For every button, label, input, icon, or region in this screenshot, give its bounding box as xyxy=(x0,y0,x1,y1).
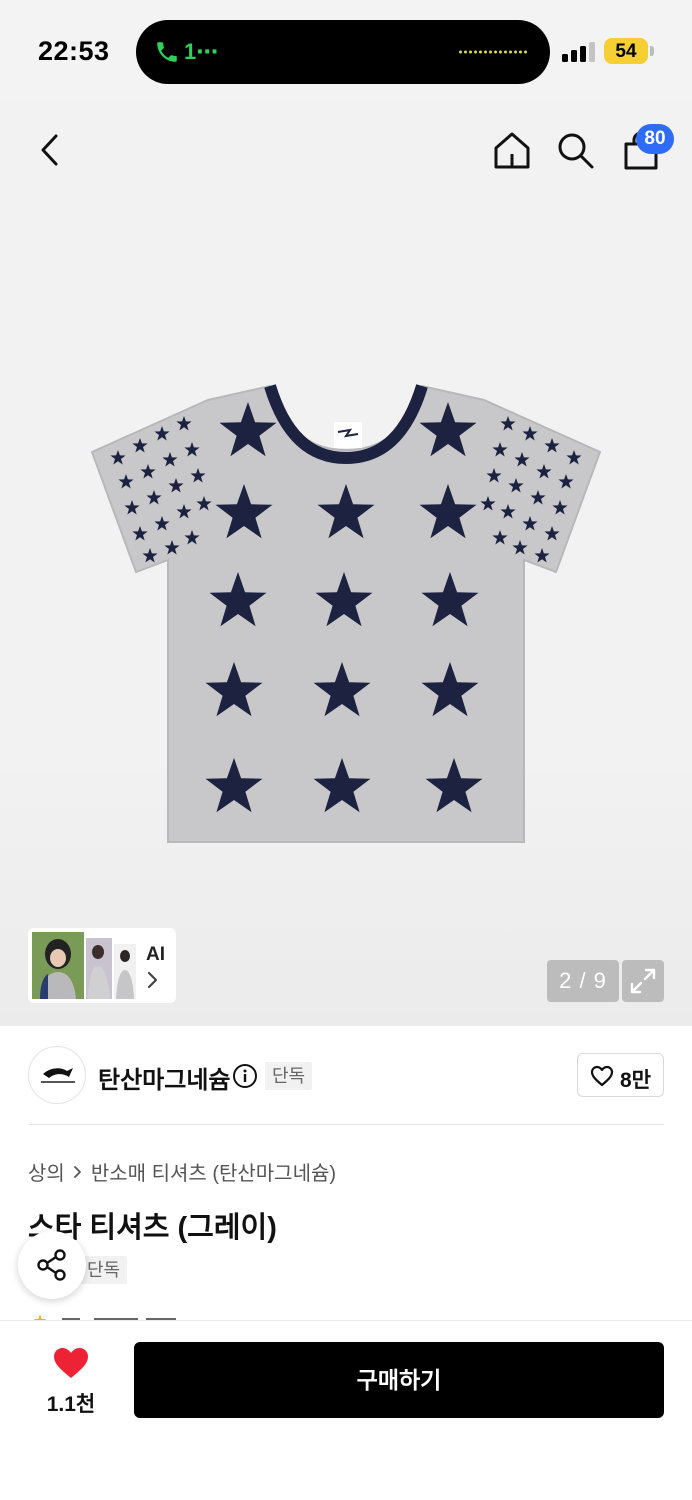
back-button[interactable] xyxy=(26,126,74,174)
heart-outline-icon xyxy=(590,1065,614,1087)
cellular-signal-icon xyxy=(562,40,596,62)
product-exclusive-badge: 단독 xyxy=(80,1256,128,1284)
buy-button[interactable]: 구매하기 xyxy=(134,1342,664,1418)
share-button[interactable] xyxy=(18,1231,86,1299)
call-indicator: 1⋯ xyxy=(184,39,219,64)
ai-styling-card[interactable]: AI xyxy=(28,928,176,1003)
breadcrumb-category[interactable]: 상의 xyxy=(28,1157,65,1186)
back-icon xyxy=(41,134,58,166)
status-time: 22:53 xyxy=(38,36,110,66)
fullscreen-button[interactable] xyxy=(622,960,664,1002)
search-button[interactable] xyxy=(551,126,599,174)
share-icon xyxy=(37,1249,66,1281)
breadcrumb-subcategory[interactable]: 반소매 티셔츠 (탄산마그네슘) xyxy=(91,1157,336,1186)
status-bar: 22:53 1⋯ 54 xyxy=(0,0,692,100)
wishlist-count: 1.1천 xyxy=(46,1393,96,1416)
chevron-right-icon xyxy=(73,1165,81,1178)
battery-level: 54 xyxy=(615,41,637,62)
brand-like-button[interactable]: 8만 xyxy=(577,1053,664,1097)
brand-logo[interactable] xyxy=(28,1046,86,1104)
section-divider xyxy=(28,1124,664,1125)
search-icon xyxy=(558,133,594,169)
wishlist-button[interactable]: 1.1천 xyxy=(40,1340,102,1420)
heart-filled-icon xyxy=(54,1348,88,1378)
expand-icon xyxy=(630,968,656,994)
breadcrumb: 상의 반소매 티셔츠 (탄산마그네슘) xyxy=(28,1157,336,1186)
info-icon[interactable] xyxy=(232,1063,258,1089)
product-image xyxy=(90,384,602,843)
home-icon xyxy=(494,132,530,169)
cart-count-badge: 80 xyxy=(636,124,674,154)
battery-cap xyxy=(650,46,654,56)
battery-icon: 54 xyxy=(604,38,648,64)
brand-name[interactable]: 탄산마그네슘 xyxy=(98,1060,230,1095)
brand-like-count: 8만 xyxy=(620,1069,651,1092)
brand-exclusive-badge: 단독 xyxy=(265,1062,313,1090)
ai-model-thumbnails xyxy=(32,932,136,999)
ai-label: AI xyxy=(146,944,165,965)
phone-icon xyxy=(157,42,177,62)
chevron-right-icon xyxy=(147,971,158,989)
brand-logo-mark xyxy=(41,1068,75,1083)
dynamic-island[interactable]: 1⋯ xyxy=(136,20,550,84)
audio-activity-icon xyxy=(458,50,528,54)
image-counter: 2 / 9 xyxy=(547,960,619,1002)
home-button[interactable] xyxy=(488,126,536,174)
